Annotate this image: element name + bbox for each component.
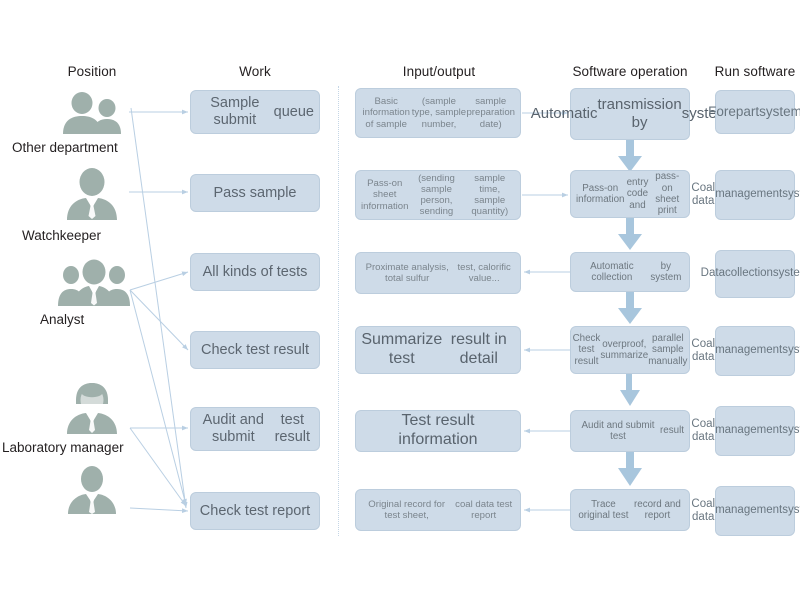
work-box-6[interactable]: Check test report (190, 492, 320, 530)
io-box-3[interactable]: Proximate analysis, total sulfur test, ca… (355, 252, 521, 294)
io-box-1[interactable]: Basic information of sample (sample type,… (355, 88, 521, 138)
workflow-diagram: Position Work Input/output Software operati… (0, 0, 800, 600)
column-header-position: Position (67, 64, 117, 79)
software-box-1[interactable]: Automatic transmission by system (531, 88, 729, 140)
work-box-2[interactable]: Pass sample (190, 174, 320, 212)
column-header-run-software: Run software (714, 64, 796, 79)
work-box-4[interactable]: Check test result (190, 331, 320, 369)
two-people-icon (60, 92, 126, 139)
io-box-2[interactable]: Pass-on sheet information (sending sample… (355, 170, 521, 220)
run-software-box-1[interactable]: Forepart system (708, 90, 800, 134)
column-header-work: Work (239, 64, 271, 79)
software-box-5[interactable]: Audit and submit test result (570, 410, 690, 452)
flow-arrow-4 (620, 374, 640, 406)
person-suit-icon (62, 168, 122, 225)
position-to-work-connectors (129, 107, 189, 514)
position-label-laboratory-manager: Laboratory manager (2, 440, 124, 455)
flow-arrow-5 (618, 452, 642, 486)
column-divider (338, 86, 339, 536)
person-hair-icon (62, 382, 122, 439)
work-box-3[interactable]: All kinds of tests (190, 253, 320, 291)
run-software-box-6[interactable]: Coal datamanagementsystem (691, 486, 800, 536)
position-label-watchkeeper: Watchkeeper (22, 228, 102, 243)
flow-arrow-2 (618, 218, 642, 250)
work-box-5[interactable]: Audit and submit test result (190, 407, 320, 451)
software-box-4[interactable]: Check test result overproof, summarize par… (570, 326, 690, 374)
three-people-icon (58, 258, 130, 311)
run-software-box-3[interactable]: Datacollectionsystem (701, 250, 800, 298)
person-bust-icon (62, 466, 122, 519)
column-header-input-output: Input/output (402, 64, 476, 79)
flow-arrow-3 (618, 292, 642, 324)
run-software-box-4[interactable]: Coal datamanagementsystem (691, 326, 800, 376)
io-software-connectors (522, 110, 570, 513)
position-label-analyst: Analyst (40, 312, 85, 327)
io-box-6[interactable]: Original record for test sheet, coal data… (355, 489, 521, 531)
software-box-6[interactable]: Trace original test record and report (570, 489, 690, 531)
position-label-other-department: Other department (12, 140, 118, 155)
io-box-5[interactable]: Test result information (355, 410, 521, 452)
run-software-box-2[interactable]: Coal datamanagementsystem (691, 170, 800, 220)
work-box-1[interactable]: Sample submit queue (190, 90, 320, 134)
run-software-box-5[interactable]: Coal datamanagementsystem (691, 406, 800, 456)
flow-arrow-1 (618, 140, 642, 172)
software-box-2[interactable]: Pass-on information entry code and pass-on… (570, 170, 690, 218)
column-header-software-operation: Software operation (572, 64, 688, 79)
software-box-3[interactable]: Automatic collection by system (570, 252, 690, 292)
io-box-4[interactable]: Summarize test result in detail (355, 326, 521, 374)
